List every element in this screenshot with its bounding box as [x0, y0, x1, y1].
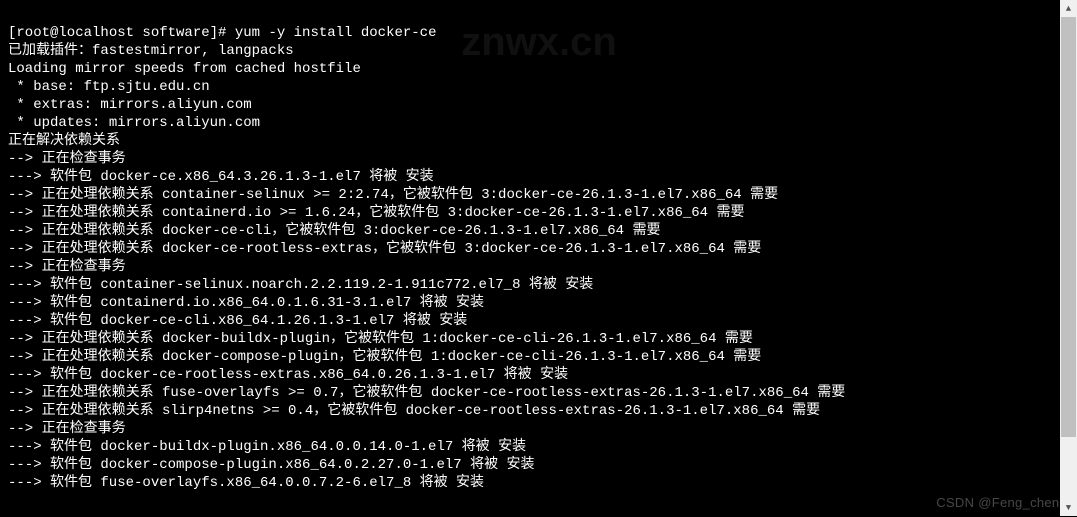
output-line: --> 正在处理依赖关系 docker-ce-cli，它被软件包 3:docke…	[8, 223, 660, 239]
terminal-output[interactable]: [root@localhost software]# yum -y instal…	[0, 0, 1077, 498]
output-line: --> 正在处理依赖关系 containerd.io >= 1.6.24，它被软…	[8, 205, 744, 221]
scroll-track[interactable]	[1060, 17, 1077, 499]
output-line: ---> 软件包 container-selinux.noarch.2.2.11…	[8, 277, 593, 293]
scroll-up-button[interactable]: ▲	[1060, 0, 1077, 17]
output-line: --> 正在检查事务	[8, 151, 126, 167]
output-line: * base: ftp.sjtu.edu.cn	[8, 79, 210, 95]
output-line: * updates: mirrors.aliyun.com	[8, 115, 260, 131]
output-line: ---> 软件包 fuse-overlayfs.x86_64.0.0.7.2-6…	[8, 475, 484, 491]
output-line: --> 正在检查事务	[8, 259, 126, 275]
output-line: ---> 软件包 docker-ce.x86_64.3.26.1.3-1.el7…	[8, 169, 434, 185]
output-line: --> 正在处理依赖关系 container-selinux >= 2:2.74…	[8, 187, 778, 203]
output-line: --> 正在处理依赖关系 docker-ce-rootless-extras，它…	[8, 241, 761, 257]
output-line: --> 正在处理依赖关系 docker-buildx-plugin，它被软件包 …	[8, 331, 753, 347]
prompt-userhost: [root@localhost software]#	[8, 25, 235, 41]
output-line: ---> 软件包 docker-buildx-plugin.x86_64.0.0…	[8, 439, 526, 455]
output-line: ---> 软件包 containerd.io.x86_64.0.1.6.31-3…	[8, 295, 484, 311]
output-line: ---> 软件包 docker-ce-rootless-extras.x86_6…	[8, 367, 568, 383]
vertical-scrollbar[interactable]: ▲ ▼	[1060, 0, 1077, 516]
output-line: ---> 软件包 docker-ce-cli.x86_64.1.26.1.3-1…	[8, 313, 467, 329]
output-line: 正在解决依赖关系	[8, 133, 120, 149]
prompt-command: yum -y install docker-ce	[235, 25, 437, 41]
output-line: * extras: mirrors.aliyun.com	[8, 97, 252, 113]
scroll-down-button[interactable]: ▼	[1060, 499, 1077, 516]
scroll-thumb[interactable]	[1061, 17, 1076, 437]
output-line: --> 正在检查事务	[8, 421, 126, 437]
output-line: ---> 软件包 docker-compose-plugin.x86_64.0.…	[8, 457, 534, 473]
output-line: --> 正在处理依赖关系 fuse-overlayfs >= 0.7，它被软件包…	[8, 385, 845, 401]
output-line: --> 正在处理依赖关系 slirp4netns >= 0.4，它被软件包 do…	[8, 403, 820, 419]
output-line: --> 正在处理依赖关系 docker-compose-plugin，它被软件包…	[8, 349, 761, 365]
output-line: 已加载插件：fastestmirror, langpacks	[8, 43, 294, 59]
output-line: Loading mirror speeds from cached hostfi…	[8, 61, 361, 77]
shell-prompt: [root@localhost software]# yum -y instal…	[8, 25, 436, 41]
